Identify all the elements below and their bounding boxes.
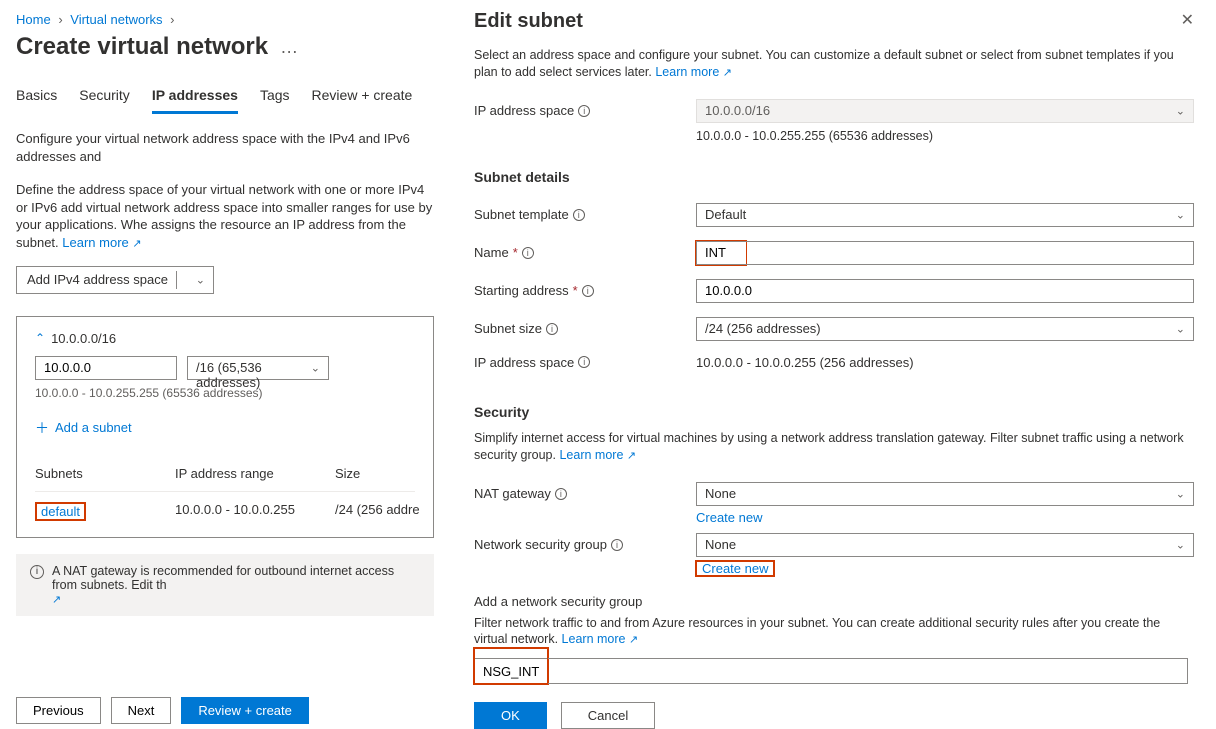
security-description: Simplify internet access for virtual mac…	[474, 430, 1194, 464]
learn-more-link[interactable]: Learn more ↗	[559, 448, 636, 462]
chevron-down-icon: ⌄	[1176, 104, 1185, 117]
plus-icon: ＋	[35, 418, 49, 438]
col-range: IP address range	[175, 466, 335, 481]
label-subnet-size: Subnet size i	[474, 321, 696, 336]
add-subnet-button[interactable]: ＋ Add a subnet	[35, 418, 415, 438]
description-text: Configure your virtual network address s…	[16, 130, 434, 165]
add-nsg-title: Add a network security group	[474, 594, 1194, 609]
chevron-down-icon: ⌄	[1176, 487, 1185, 500]
page-title: Create virtual network	[16, 33, 268, 61]
subnet-size-select[interactable]: /24 (256 addresses) ⌄	[696, 317, 1194, 341]
section-subnet-details: Subnet details	[474, 169, 1194, 185]
panel-description: Select an address space and configure yo…	[474, 47, 1194, 81]
external-link-icon: ↗	[132, 238, 141, 250]
subnet-name-input[interactable]	[696, 241, 746, 265]
chevron-down-icon: ⌄	[311, 361, 320, 374]
nat-info-banner: i A NAT gateway is recommended for outbo…	[16, 554, 434, 616]
add-nsg-block: Add a network security group Filter netw…	[474, 594, 1194, 729]
learn-more-link[interactable]: Learn more ↗	[62, 235, 141, 250]
main-content: Home › Virtual networks › Create virtual…	[0, 0, 450, 728]
breadcrumb-home[interactable]: Home	[16, 12, 51, 27]
chevron-right-icon: ›	[58, 12, 62, 27]
panel-title: Edit subnet	[474, 10, 583, 33]
cell-size: /24 (256 addre	[335, 502, 465, 521]
description-text: Define the address space of your virtual…	[16, 181, 434, 251]
add-address-space-dropdown[interactable]: Add IPv4 address space ⌄	[16, 266, 214, 294]
nat-gateway-select[interactable]: None ⌄	[696, 482, 1194, 506]
info-icon[interactable]: i	[522, 247, 534, 259]
breadcrumb: Home › Virtual networks ›	[16, 12, 434, 27]
cancel-button[interactable]: Cancel	[561, 702, 655, 729]
nsg-name-input[interactable]	[474, 658, 548, 684]
learn-more-link[interactable]: Learn more ↗	[655, 65, 732, 79]
nat-create-new-link[interactable]: Create new	[696, 510, 762, 525]
section-security: Security	[474, 404, 1194, 420]
add-nsg-description: Filter network traffic to and from Azure…	[474, 615, 1194, 649]
tab-basics[interactable]: Basics	[16, 87, 57, 114]
chevron-down-icon: ⌄	[196, 273, 205, 286]
info-icon[interactable]: i	[578, 356, 590, 368]
breadcrumb-vnets[interactable]: Virtual networks	[70, 12, 162, 27]
learn-more-link[interactable]: Learn more ↗	[562, 632, 639, 646]
ip-space-range-text: 10.0.0.0 - 10.0.255.255 (65536 addresses…	[696, 129, 1194, 143]
info-icon[interactable]: i	[546, 323, 558, 335]
footer-buttons: Previous Next Review + create	[16, 697, 309, 724]
ip-address-space-value: 10.0.0.0 - 10.0.0.255 (256 addresses)	[696, 355, 1194, 370]
subnet-table-header: Subnets IP address range Size	[35, 456, 415, 491]
tab-security[interactable]: Security	[79, 87, 130, 114]
chevron-right-icon: ›	[170, 12, 174, 27]
starting-address-input[interactable]	[696, 279, 1194, 303]
label-nsg: Network security group i	[474, 537, 696, 552]
label-ip-address-space-2: IP address space i	[474, 355, 696, 370]
external-link-icon[interactable]: ↗	[52, 594, 61, 606]
table-row: default 10.0.0.0 - 10.0.0.255 /24 (256 a…	[35, 491, 415, 537]
review-create-button[interactable]: Review + create	[181, 697, 309, 724]
cell-range: 10.0.0.0 - 10.0.0.255	[175, 502, 335, 521]
close-button[interactable]: ✕	[1181, 10, 1194, 30]
chevron-down-icon: ⌄	[1176, 538, 1185, 551]
label-subnet-template: Subnet template i	[474, 207, 696, 222]
more-actions-button[interactable]: …	[280, 37, 298, 58]
info-icon[interactable]: i	[578, 105, 590, 117]
subnet-template-select[interactable]: Default ⌄	[696, 203, 1194, 227]
nsg-create-new-link[interactable]: Create new	[696, 561, 774, 576]
tabs: Basics Security IP addresses Tags Review…	[16, 87, 434, 114]
chevron-down-icon: ⌄	[1176, 322, 1185, 335]
info-icon[interactable]: i	[582, 285, 594, 297]
external-link-icon: ↗	[629, 634, 638, 646]
label-ip-address-space: IP address space i	[474, 103, 696, 118]
info-icon[interactable]: i	[573, 209, 585, 221]
external-link-icon: ↗	[723, 67, 732, 79]
external-link-icon: ↗	[627, 450, 636, 462]
ok-button[interactable]: OK	[474, 702, 547, 729]
label-name: Name * i	[474, 245, 696, 260]
chevron-down-icon: ⌄	[1176, 208, 1185, 221]
col-size: Size	[335, 466, 465, 481]
chevron-up-icon[interactable]: ⌃	[35, 331, 45, 345]
address-space-label: 10.0.0.0/16	[51, 331, 116, 346]
label-nat-gateway: NAT gateway i	[474, 486, 696, 501]
previous-button[interactable]: Previous	[16, 697, 101, 724]
address-space-card: ⌃ 10.0.0.0/16 /16 (65,536 addresses) ⌄ 1…	[16, 316, 434, 538]
mask-select[interactable]: /16 (65,536 addresses) ⌄	[187, 356, 329, 380]
ip-base-input[interactable]	[35, 356, 177, 380]
tab-tags[interactable]: Tags	[260, 87, 290, 114]
edit-subnet-panel: Edit subnet ✕ Select an address space an…	[452, 0, 1216, 728]
label-starting-address: Starting address * i	[474, 283, 696, 298]
ip-address-space-select[interactable]: 10.0.0.0/16 ⌄	[696, 99, 1194, 123]
col-subnets: Subnets	[35, 466, 175, 481]
nsg-select[interactable]: None ⌄	[696, 533, 1194, 557]
tab-review-create[interactable]: Review + create	[312, 87, 413, 114]
info-icon[interactable]: i	[555, 488, 567, 500]
info-icon: i	[30, 565, 44, 579]
tab-ip-addresses[interactable]: IP addresses	[152, 87, 238, 114]
next-button[interactable]: Next	[111, 697, 172, 724]
info-icon[interactable]: i	[611, 539, 623, 551]
subnet-link-default[interactable]: default	[41, 504, 80, 519]
